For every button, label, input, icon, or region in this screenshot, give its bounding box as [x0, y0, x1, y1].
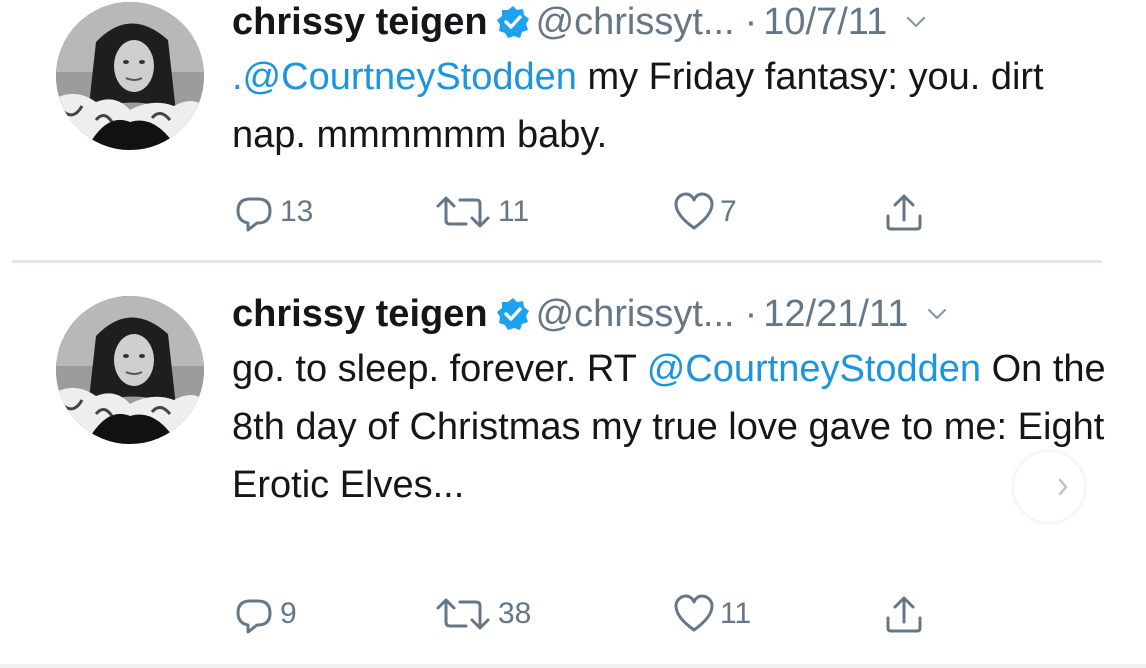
share-icon	[886, 194, 922, 231]
share-button[interactable]	[882, 190, 926, 234]
author-name[interactable]: chrissy teigen	[232, 0, 488, 44]
avatar[interactable]	[56, 296, 204, 444]
reply-count: 9	[280, 597, 297, 630]
tweet-content: chrissy teigen @chrissyt... · 12/21/11 g…	[232, 292, 1112, 514]
reply-button[interactable]: 9	[232, 592, 297, 636]
retweet-count: 38	[498, 597, 532, 630]
tweet-date[interactable]: 12/21/11	[763, 292, 908, 336]
avatar-photo	[56, 2, 204, 150]
retweet-button[interactable]: 11	[432, 190, 529, 234]
verified-badge-icon	[496, 297, 530, 331]
tweet-date[interactable]: 10/7/11	[763, 0, 887, 44]
mention-link[interactable]: @CourtneyStodden	[647, 348, 981, 390]
reply-icon	[236, 197, 272, 232]
tweet-divider	[12, 260, 1102, 263]
tweet-header: chrissy teigen @chrissyt... · 12/21/11	[232, 292, 1112, 336]
chevron-down-icon[interactable]	[926, 303, 948, 325]
bottom-edge	[0, 664, 1146, 668]
author-name[interactable]: chrissy teigen	[232, 292, 488, 336]
tweet-feed: chrissy teigen @chrissyt... · 10/7/11 .@…	[0, 0, 1146, 668]
mention-link[interactable]: .@CourtneyStodden	[232, 56, 577, 98]
separator-dot: ·	[744, 1, 758, 43]
tweet-text: go. to sleep. forever. RT @CourtneyStodd…	[232, 340, 1112, 514]
tweet-text-before: go. to sleep. forever. RT	[232, 348, 647, 390]
chevron-right-icon	[1058, 478, 1068, 496]
tweet-actions: 13 11 7	[232, 190, 992, 234]
tweet-content: chrissy teigen @chrissyt... · 10/7/11 .@…	[232, 0, 1112, 164]
share-icon	[886, 596, 922, 633]
reply-icon	[236, 599, 272, 634]
like-count: 11	[720, 597, 752, 630]
tweet-header: chrissy teigen @chrissyt... · 10/7/11	[232, 0, 1112, 44]
heart-icon	[674, 192, 714, 230]
share-button[interactable]	[882, 592, 926, 636]
author-handle[interactable]: @chrissyt...	[536, 0, 735, 44]
avatar-photo	[56, 296, 204, 444]
verified-badge-icon	[496, 5, 530, 39]
separator-dot: ·	[744, 293, 758, 335]
reply-button[interactable]: 13	[232, 190, 313, 234]
retweet-button[interactable]: 38	[432, 592, 531, 636]
reply-count: 13	[280, 195, 314, 228]
chevron-down-icon[interactable]	[905, 11, 927, 33]
author-handle[interactable]: @chrissyt...	[536, 292, 735, 336]
tweet-card[interactable]: chrissy teigen @chrissyt... · 10/7/11 .@…	[0, 0, 1146, 262]
tweet-card[interactable]: chrissy teigen @chrissyt... · 12/21/11 g…	[0, 264, 1146, 668]
retweet-icon	[436, 598, 490, 630]
like-count: 7	[720, 195, 737, 228]
carousel-next-button[interactable]	[1014, 452, 1084, 522]
like-button[interactable]: 7	[672, 190, 737, 234]
tweet-text: .@CourtneyStodden my Friday fantasy: you…	[232, 48, 1112, 164]
retweet-icon	[436, 196, 490, 228]
like-button[interactable]: 11	[672, 592, 751, 636]
avatar[interactable]	[56, 2, 204, 150]
tweet-actions: 9 38 11	[232, 592, 992, 636]
retweet-count: 11	[498, 195, 530, 228]
heart-icon	[674, 594, 714, 632]
